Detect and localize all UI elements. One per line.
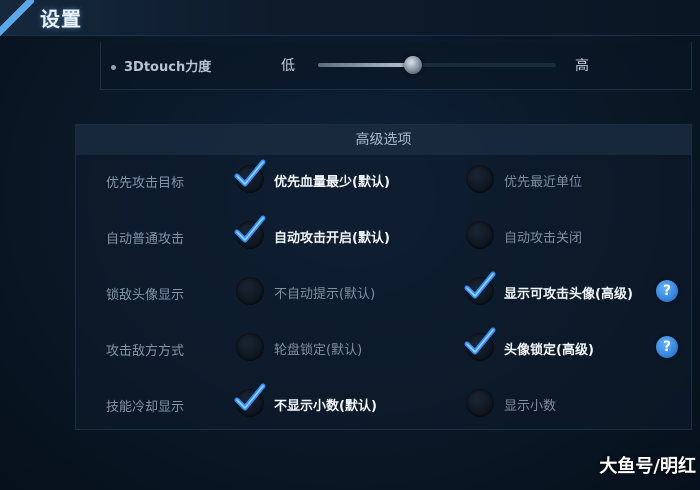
- radio-option-label: 优先血量最少(默认): [274, 175, 390, 190]
- option-row-label: 优先攻击目标: [106, 176, 185, 191]
- touch-panel: 3Dtouch力度 低 高: [100, 42, 692, 90]
- radio-option-label: 不自动提示(默认): [274, 287, 376, 302]
- header-bar: 设置: [0, 0, 700, 36]
- radio-circle[interactable]: [466, 221, 494, 249]
- option-row-label: 技能冷却显示: [106, 400, 185, 415]
- advanced-options-heading: 高级选项: [76, 125, 691, 155]
- option-row: 技能冷却显示 不显示小数(默认) 显示小数: [76, 383, 693, 425]
- checkmark-icon: [232, 157, 266, 191]
- option-row: 攻击敌方方式 轮盘锁定(默认) 头像锁定(高级)?: [76, 327, 693, 369]
- radio-circle[interactable]: [236, 277, 264, 305]
- checkmark-icon: [232, 213, 266, 247]
- checkmark-icon: [462, 325, 496, 359]
- radio-option-label: 显示可攻击头像(高级): [504, 287, 633, 302]
- radio-option-label: 轮盘锁定(默认): [274, 343, 363, 358]
- radio-option-label: 自动攻击关闭: [504, 231, 583, 246]
- option-row-label: 攻击敌方方式: [106, 344, 185, 359]
- radio-option-label: 显示小数: [504, 399, 557, 414]
- radio-circle[interactable]: [466, 165, 494, 193]
- option-row: 锁敌头像显示 不自动提示(默认) 显示可攻击头像(高级)?: [76, 271, 693, 313]
- touch-setting-text: 3Dtouch力度: [124, 60, 212, 75]
- header-accent-icon: [0, 0, 34, 36]
- advanced-options-panel: 高级选项 优先攻击目标 优先血量最少(默认) 优先最近单位自动普通攻击 自动攻击开启(…: [75, 124, 692, 430]
- slider-fill: [318, 63, 414, 67]
- radio-circle[interactable]: [236, 333, 264, 361]
- option-row-label: 自动普通攻击: [106, 232, 185, 247]
- bullet-icon: [111, 65, 116, 70]
- radio-option-label: 自动攻击开启(默认): [274, 231, 390, 246]
- watermark: 大鱼号/明红: [599, 456, 696, 477]
- radio-option-label: 优先最近单位: [504, 175, 583, 190]
- option-row-label: 锁敌头像显示: [106, 288, 185, 303]
- slider-high-label: 高: [575, 58, 589, 74]
- slider-handle[interactable]: [404, 56, 423, 74]
- option-row: 优先攻击目标 优先血量最少(默认) 优先最近单位: [76, 159, 693, 201]
- help-icon[interactable]: ?: [656, 280, 678, 302]
- option-row: 自动普通攻击 自动攻击开启(默认) 自动攻击关闭: [76, 215, 693, 257]
- radio-circle[interactable]: [466, 389, 494, 417]
- touch-setting-label: 3Dtouch力度: [111, 56, 211, 75]
- help-icon[interactable]: ?: [656, 336, 678, 358]
- checkmark-icon: [232, 381, 266, 415]
- radio-option-label: 头像锁定(高级): [504, 343, 594, 358]
- touch-slider[interactable]: [318, 56, 556, 74]
- radio-option-label: 不显示小数(默认): [274, 399, 377, 414]
- checkmark-icon: [462, 269, 496, 303]
- slider-low-label: 低: [281, 58, 295, 74]
- page-title: 设置: [40, 7, 82, 31]
